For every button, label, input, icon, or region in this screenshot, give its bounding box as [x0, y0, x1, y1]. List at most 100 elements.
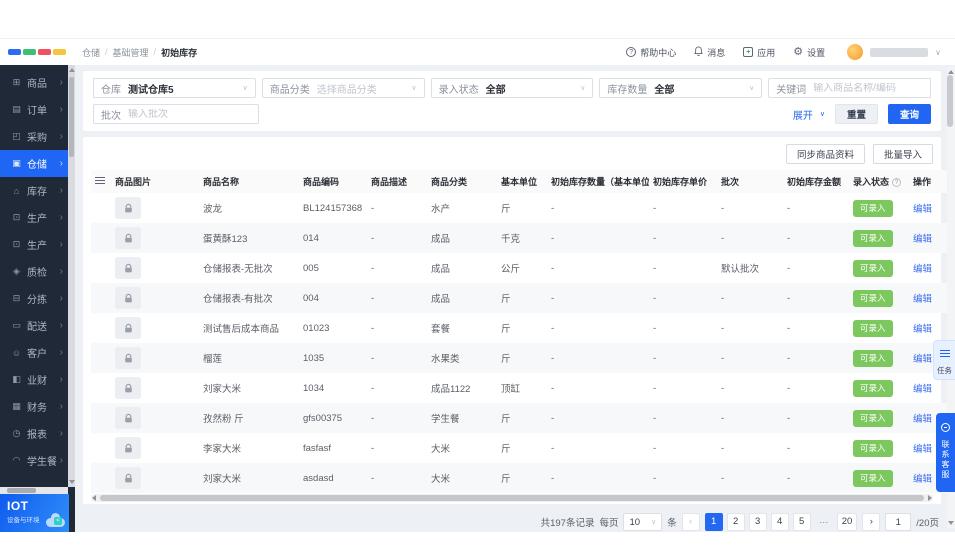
sidebar-item-inventory[interactable]: ⌂ 库存 ›: [0, 177, 68, 204]
info-icon[interactable]: ?: [892, 178, 902, 187]
product-image-placeholder[interactable]: [115, 257, 141, 279]
search-button[interactable]: 查询: [887, 104, 931, 124]
cell-unit: 公斤: [501, 264, 521, 275]
product-image-placeholder[interactable]: [115, 287, 141, 309]
edit-link[interactable]: 编辑: [913, 474, 932, 485]
cell-amount: -: [787, 232, 791, 244]
batch-import-button[interactable]: 批量导入: [872, 144, 933, 164]
product-image-placeholder[interactable]: [115, 407, 141, 429]
cell-price: -: [653, 412, 657, 424]
edit-link[interactable]: 编辑: [913, 324, 932, 335]
category-select[interactable]: 商品分类 选择商品分类 ∨: [261, 78, 425, 98]
edit-link[interactable]: 编辑: [913, 204, 932, 215]
messages-button[interactable]: 消息: [694, 46, 725, 59]
edit-link[interactable]: 编辑: [913, 354, 932, 365]
warehouse-select[interactable]: 仓库 测试仓库5 ∨: [93, 78, 256, 98]
chevron-right-icon: ›: [59, 77, 63, 88]
sidebar-item-sorting[interactable]: ⊟ 分拣 ›: [0, 285, 68, 312]
stock-qty-select[interactable]: 库存数量 全部 ∨: [599, 78, 763, 98]
cell-code: 014: [303, 232, 319, 244]
pager-next-button[interactable]: ›: [862, 513, 881, 531]
table-row: 刘家大米 asdasd - 大米 斤 - - - - 可录入 编辑: [91, 463, 951, 493]
edit-link[interactable]: 编辑: [913, 294, 932, 305]
product-image-placeholder[interactable]: [115, 377, 141, 399]
scroll-down-icon[interactable]: [948, 521, 954, 525]
pager-page-2[interactable]: 2: [726, 513, 745, 531]
entry-status-select[interactable]: 录入状态 全部 ∨: [430, 78, 594, 98]
cell-code: 004: [303, 292, 319, 304]
settings-button[interactable]: ⚙ 设置: [793, 46, 825, 59]
sidebar-item-warehouse[interactable]: ▣ 仓储 ›: [0, 150, 68, 177]
iot-banner[interactable]: IOT 设备与环境 <: [0, 494, 69, 532]
sidebar-item-business-finance[interactable]: ◧ 业财 ›: [0, 366, 68, 393]
edit-link[interactable]: 编辑: [913, 234, 932, 245]
sidebar-item-reports[interactable]: ◷ 报表 ›: [0, 420, 68, 447]
scroll-right-icon[interactable]: [928, 495, 932, 501]
help-center-button[interactable]: ? 帮助中心: [626, 46, 676, 59]
product-name: 孜然粉 斤: [203, 414, 244, 425]
chevron-right-icon: ›: [59, 320, 63, 331]
sidebar-item-customers[interactable]: ☺ 客户 ›: [0, 339, 68, 366]
product-image-placeholder[interactable]: [115, 437, 141, 459]
table-horizontal-scrollbar[interactable]: [91, 494, 933, 502]
sidebar-horizontal-scrollbar[interactable]: [0, 487, 68, 494]
pager-page-5[interactable]: 5: [792, 513, 811, 531]
keyword-input[interactable]: [813, 82, 923, 94]
sidebar-item-delivery[interactable]: ▭ 配送 ›: [0, 312, 68, 339]
apps-button[interactable]: + 应用: [743, 46, 775, 59]
product-image-placeholder[interactable]: [115, 347, 141, 369]
cell-code: gfs00375: [303, 412, 343, 424]
breadcrumb-item[interactable]: 基础管理: [113, 46, 149, 59]
chevron-down-icon: ∨: [580, 85, 586, 92]
contact-support-floating-button[interactable]: 联系客服: [936, 413, 955, 492]
breadcrumb-item[interactable]: 仓储: [82, 46, 100, 59]
edit-link[interactable]: 编辑: [913, 264, 932, 275]
cell-qty: -: [551, 322, 555, 334]
sidebar-item-finance[interactable]: ▦ 财务 ›: [0, 393, 68, 420]
product-image-placeholder[interactable]: [115, 197, 141, 219]
expand-toggle[interactable]: 展开 ∨: [793, 107, 825, 122]
pager-page-4[interactable]: 4: [770, 513, 789, 531]
scroll-left-icon[interactable]: [92, 495, 96, 501]
page-jump-input[interactable]: [885, 513, 912, 531]
pager-page-3[interactable]: 3: [748, 513, 767, 531]
status-badge: 可录入: [853, 379, 893, 397]
scrollbar-thumb[interactable]: [69, 77, 74, 157]
cell-batch: -: [721, 292, 725, 304]
scrollbar-thumb[interactable]: [7, 488, 36, 493]
product-image-placeholder[interactable]: [115, 467, 141, 489]
per-page-select[interactable]: 10 ∨: [623, 513, 663, 531]
user-menu[interactable]: ∨: [847, 44, 941, 60]
edit-link[interactable]: 编辑: [913, 414, 932, 425]
sidebar-item-production[interactable]: ⊡ 生产 ›: [0, 204, 68, 231]
reset-button[interactable]: 重置: [834, 104, 878, 124]
sidebar-item-orders[interactable]: ▤ 订单 ›: [0, 96, 68, 123]
pager-page-20[interactable]: 20: [836, 513, 858, 531]
tasks-floating-button[interactable]: 任务: [933, 340, 955, 380]
sidebar-item-quality[interactable]: ◈ 质检 ›: [0, 258, 68, 285]
cell-category: 大米: [431, 474, 451, 485]
scroll-up-icon[interactable]: [948, 70, 954, 74]
product-image-placeholder[interactable]: [115, 317, 141, 339]
sidebar-vertical-scrollbar[interactable]: [68, 65, 75, 487]
column-settings-icon[interactable]: [95, 176, 105, 185]
scrollbar-thumb[interactable]: [947, 75, 953, 127]
scrollbar-thumb[interactable]: [100, 495, 924, 501]
cell-code: asdasd: [303, 472, 334, 484]
sidebar-item-student-meal[interactable]: ◠ 学生餐 ›: [0, 447, 68, 474]
production2-icon: ⊡: [12, 239, 21, 249]
edit-link[interactable]: 编辑: [913, 384, 932, 395]
batch-input[interactable]: [128, 108, 251, 120]
sidebar-item-purchase[interactable]: ◰ 采购 ›: [0, 123, 68, 150]
batch-field[interactable]: 批次: [93, 104, 259, 124]
pager-page-1[interactable]: 1: [704, 513, 723, 531]
sidebar-item-products[interactable]: ⊞ 商品 ›: [0, 69, 68, 96]
sync-product-data-button[interactable]: 同步商品资料: [785, 144, 865, 164]
cell-price: -: [653, 382, 657, 394]
product-image-placeholder[interactable]: [115, 227, 141, 249]
edit-link[interactable]: 编辑: [913, 444, 932, 455]
cell-price: -: [653, 232, 657, 244]
keyword-field[interactable]: 关键词: [768, 78, 931, 98]
sidebar-item-production2[interactable]: ⊡ 生产 ›: [0, 231, 68, 258]
pager-prev-button[interactable]: ‹: [681, 513, 700, 531]
